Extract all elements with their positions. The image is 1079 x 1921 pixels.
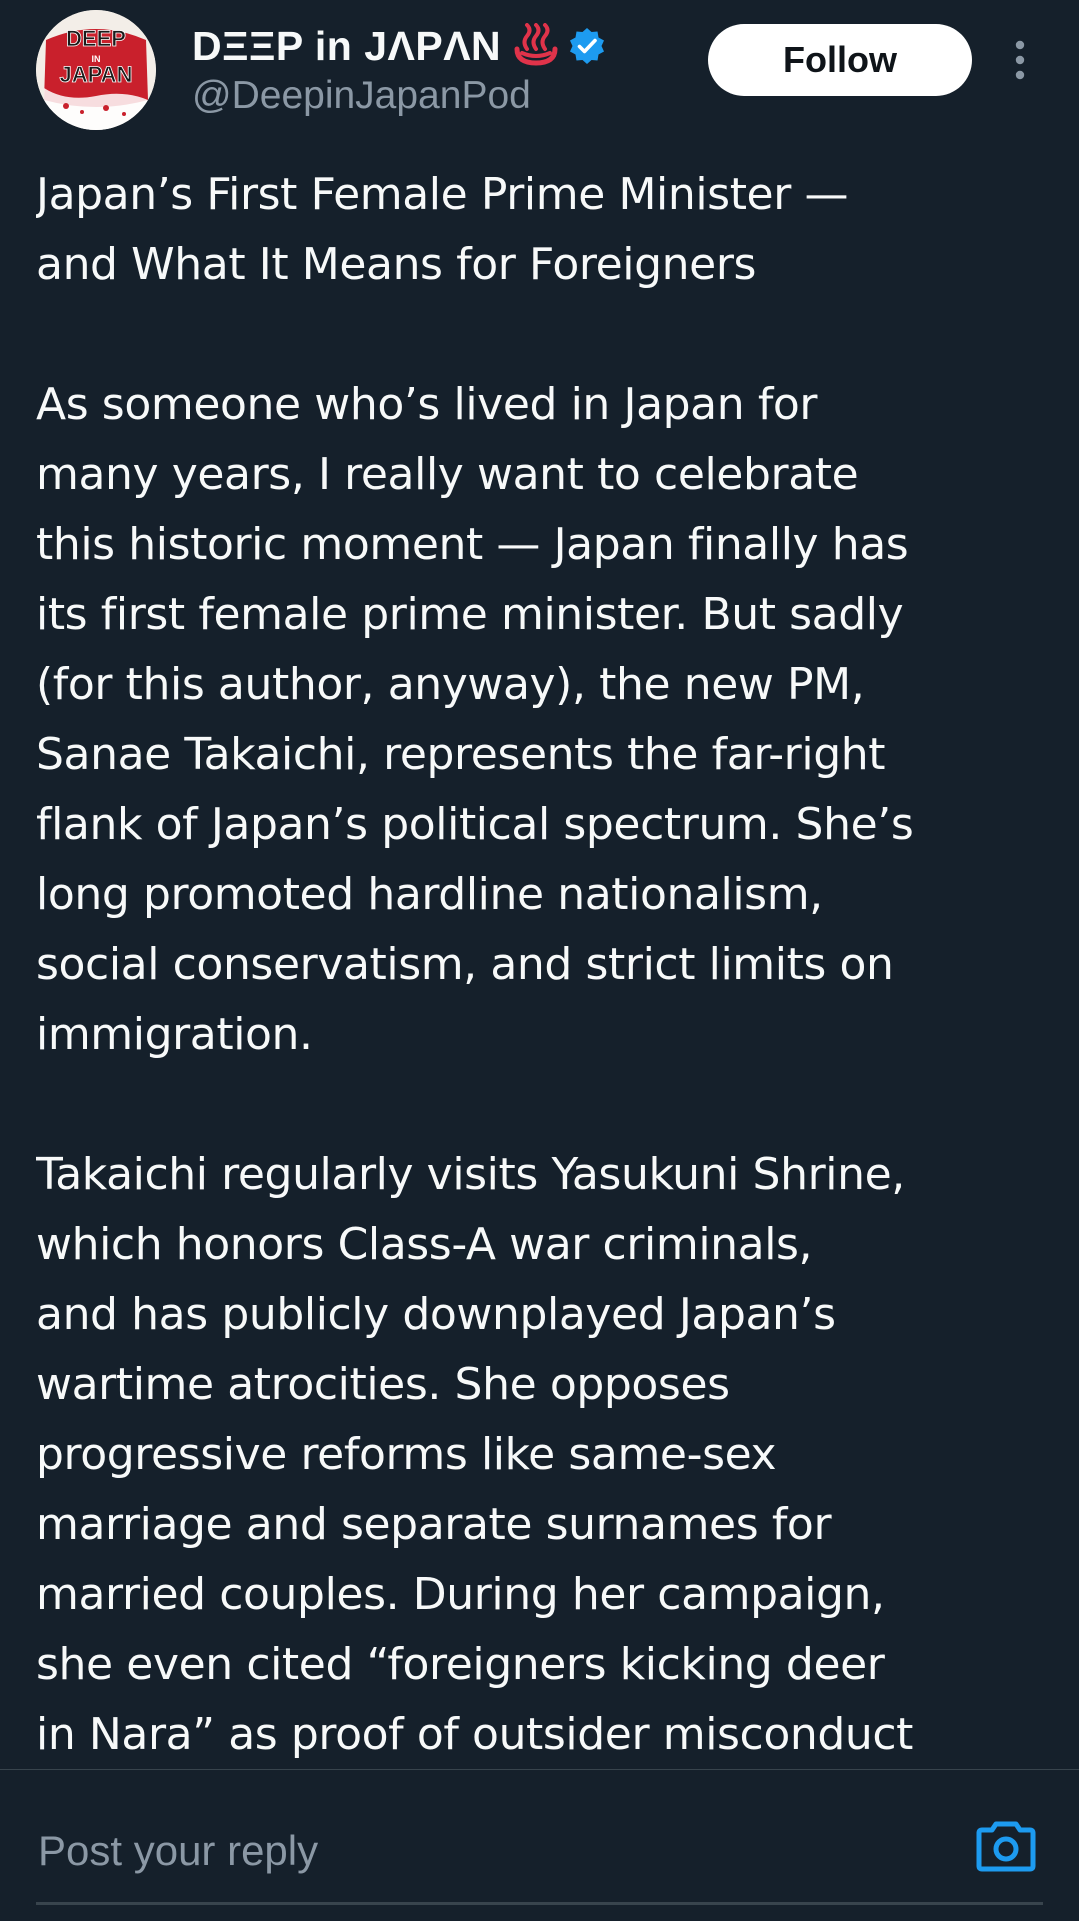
reply-input[interactable] bbox=[36, 1820, 940, 1882]
post-header: DEEP IN JAPAN DΞΞP in JΛPΛN @DeepinJapan… bbox=[0, 0, 1079, 140]
post-paragraph: Takaichi regularly visits Yasukuni Shrin… bbox=[36, 1149, 913, 1760]
svg-text:JAPAN: JAPAN bbox=[60, 62, 133, 87]
deep-in-japan-logo: DEEP IN JAPAN bbox=[36, 10, 156, 130]
author-display-name[interactable]: DΞΞP in JΛPΛN bbox=[192, 23, 501, 70]
post-text: Japan’s First Female Prime Minister — an… bbox=[36, 160, 1056, 1762]
hot-springs-emoji-icon bbox=[513, 23, 559, 69]
post-title: Japan’s First Female Prime Minister — an… bbox=[36, 169, 849, 290]
camera-icon[interactable] bbox=[976, 1818, 1036, 1872]
reply-input-underline bbox=[36, 1902, 1043, 1905]
verified-badge-icon[interactable] bbox=[567, 26, 607, 66]
author-handle[interactable]: @DeepinJapanPod bbox=[192, 74, 531, 118]
avatar[interactable]: DEEP IN JAPAN bbox=[36, 10, 156, 130]
post-paragraph: As someone who’s lived in Japan for many… bbox=[36, 379, 914, 1060]
author-name-row[interactable]: DΞΞP in JΛPΛN bbox=[192, 18, 607, 74]
vertical-ellipsis-icon[interactable] bbox=[1002, 36, 1038, 86]
svg-text:DEEP: DEEP bbox=[66, 26, 126, 51]
follow-button[interactable]: Follow bbox=[708, 24, 972, 96]
reply-composer bbox=[0, 1770, 1079, 1921]
